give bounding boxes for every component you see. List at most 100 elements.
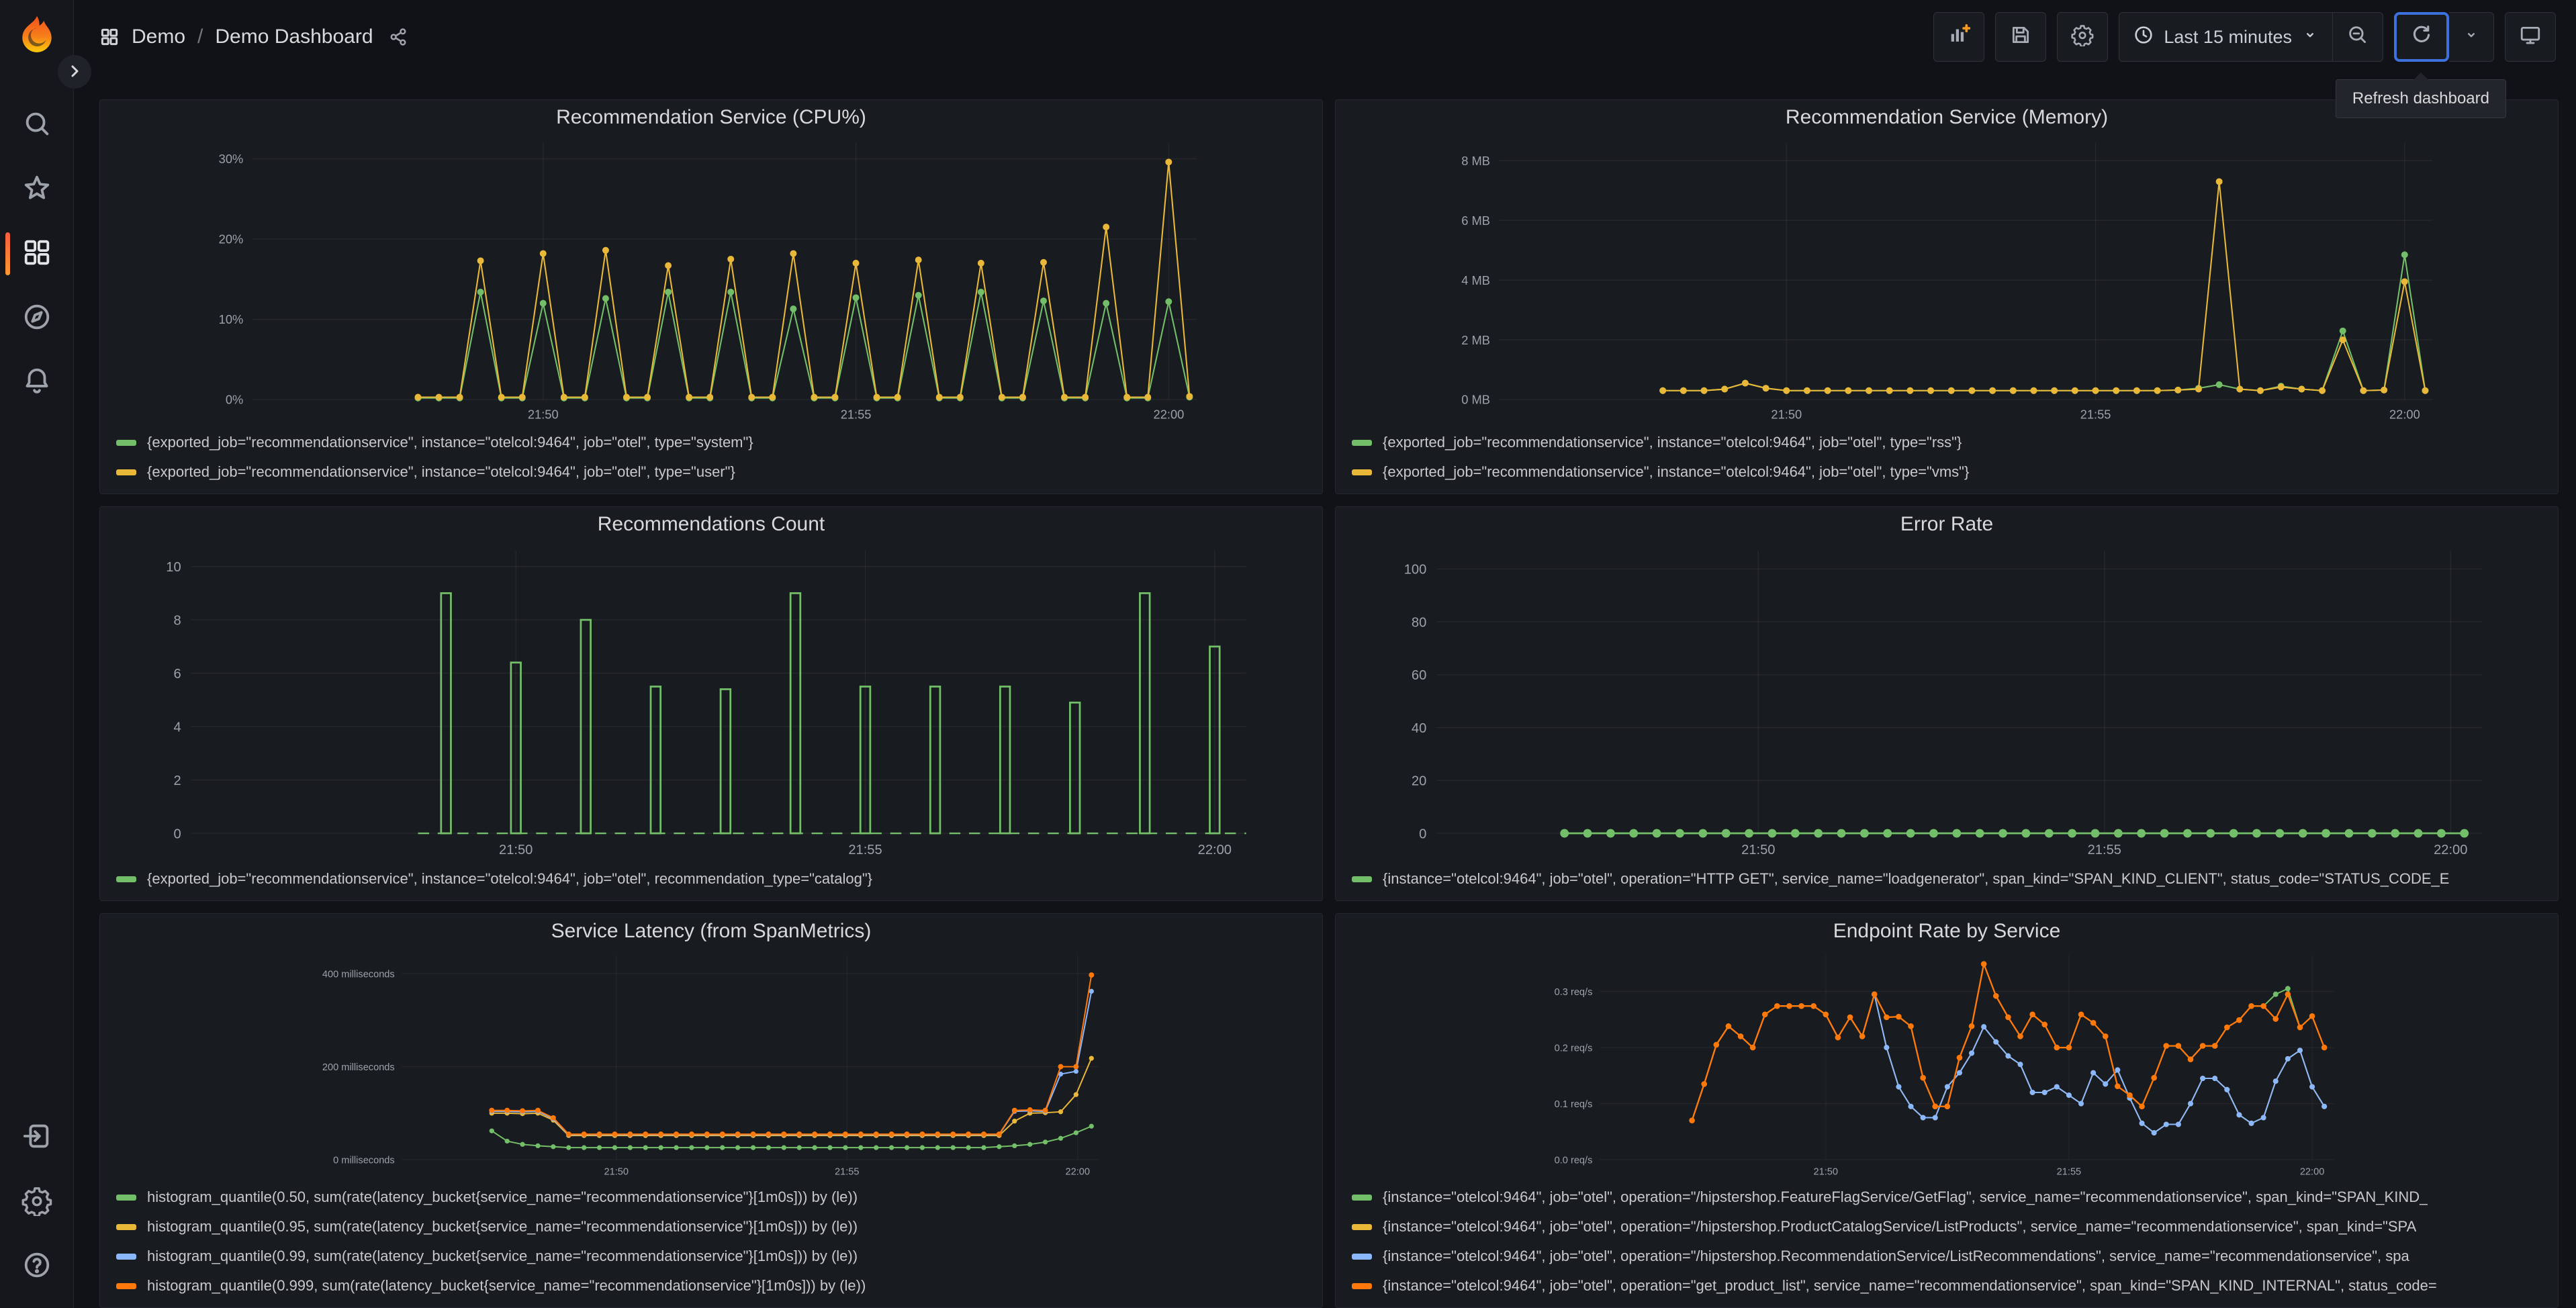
panel-title: Recommendation Service (CPU%) [556, 106, 866, 128]
legend-item[interactable]: histogram_quantile(0.50, sum(rate(latenc… [116, 1182, 1306, 1212]
series-color-swatch [1352, 469, 1372, 475]
svg-text:21:50: 21:50 [1741, 843, 1775, 857]
svg-text:60: 60 [1412, 668, 1426, 683]
series-label: {instance="otelcol:9464", job="otel", op… [1383, 1188, 2428, 1205]
sidebar-item-search[interactable] [0, 93, 73, 157]
svg-text:0 MB: 0 MB [1461, 393, 1490, 407]
search-icon [21, 108, 52, 142]
svg-text:0 milliseconds: 0 milliseconds [333, 1155, 395, 1166]
series-label: {instance="otelcol:9464", job="otel", op… [1383, 1248, 2409, 1264]
refresh-interval-caret[interactable] [2449, 12, 2494, 62]
svg-text:400 milliseconds: 400 milliseconds [322, 969, 395, 980]
chart-canvas[interactable]: 0 20 40 60 80 100 21:50 21:55 22:00 [1336, 542, 2558, 863]
panel-header[interactable]: Endpoint Rate by Service [1336, 914, 2558, 949]
panel-header[interactable]: Recommendation Service (CPU%) [100, 100, 1322, 135]
panel-recommendations-count: Recommendations Count 0 2 4 6 8 10 21:50 21:55 2… [99, 506, 1323, 901]
panel-title: Endpoint Rate by Service [1833, 920, 2061, 942]
expand-sidebar-button[interactable] [58, 55, 91, 89]
sidebar-item-starred[interactable] [0, 157, 73, 222]
sidebar-item-configuration[interactable] [0, 1170, 73, 1234]
legend: {exported_job="recommendationservice", i… [100, 863, 1322, 900]
alerting-bell-icon [21, 366, 52, 400]
svg-text:21:50: 21:50 [528, 407, 559, 421]
series-label: {exported_job="recommendationservice", i… [147, 870, 873, 887]
svg-text:0: 0 [173, 827, 181, 841]
sidebar-item-explore[interactable] [0, 286, 73, 351]
top-navigation-bar: Demo / Demo Dashboard Last 15 minutes Re… [74, 0, 2576, 118]
chart-canvas[interactable]: 0 2 4 6 8 10 21:50 21:55 22:00 [100, 542, 1322, 863]
time-range-picker[interactable]: Last 15 minutes [2119, 12, 2333, 62]
svg-text:22:00: 22:00 [2389, 407, 2420, 421]
panel-title: Recommendation Service (Memory) [1785, 106, 2109, 128]
svg-text:21:55: 21:55 [848, 843, 882, 857]
legend-item[interactable]: histogram_quantile(0.99, sum(rate(latenc… [116, 1242, 1306, 1271]
add-panel-button[interactable] [1933, 12, 1985, 62]
svg-text:10: 10 [166, 560, 181, 575]
sidebar-item-help[interactable] [0, 1234, 73, 1299]
chart-canvas[interactable]: 0.0 req/s 0.1 req/s 0.2 req/s 0.3 req/s 21:5… [1336, 949, 2558, 1181]
legend-item[interactable]: {instance="otelcol:9464", job="otel", op… [1352, 1182, 2542, 1212]
svg-text:21:50: 21:50 [1814, 1167, 1838, 1178]
monitor-icon [2519, 24, 2542, 51]
panel-header[interactable]: Recommendations Count [100, 507, 1322, 542]
svg-text:0.0 req/s: 0.0 req/s [1555, 1155, 1593, 1166]
refresh-controls [2394, 12, 2494, 62]
svg-text:0.2 req/s: 0.2 req/s [1555, 1043, 1593, 1054]
panel-title: Error Rate [1900, 513, 1994, 535]
legend-item[interactable]: {instance="otelcol:9464", job="otel", op… [1352, 1271, 2542, 1301]
series-color-swatch [116, 1282, 136, 1289]
chevron-right-icon [66, 63, 83, 81]
dashboard-settings-button[interactable] [2057, 12, 2109, 62]
legend-item[interactable]: {exported_job="recommendationservice", i… [1352, 428, 2542, 457]
series-label: {instance="otelcol:9464", job="otel", op… [1383, 870, 2450, 887]
sidebar-item-dashboards[interactable] [0, 222, 73, 286]
zoom-out-button[interactable] [2333, 12, 2383, 62]
time-range-label: Last 15 minutes [2164, 26, 2292, 47]
sidebar-item-alerting[interactable] [0, 351, 73, 415]
breadcrumb-section[interactable]: Demo [132, 26, 185, 48]
sidebar-item-sign-in[interactable] [0, 1105, 73, 1170]
legend-item[interactable]: {exported_job="recommendationservice", i… [116, 864, 1306, 894]
refresh-dashboard-tooltip: Refresh dashboard [2335, 79, 2506, 118]
svg-text:2: 2 [173, 774, 181, 788]
series-color-swatch [1352, 1253, 1372, 1260]
legend-item[interactable]: {exported_job="recommendationservice", i… [1352, 457, 2542, 487]
legend-item[interactable]: {exported_job="recommendationservice", i… [116, 457, 1306, 487]
series-label: histogram_quantile(0.999, sum(rate(laten… [147, 1277, 866, 1294]
breadcrumb: Demo / Demo Dashboard [99, 26, 408, 48]
settings-gear-icon [2071, 24, 2094, 51]
svg-text:4: 4 [173, 720, 181, 735]
refresh-button[interactable] [2394, 12, 2449, 62]
cycle-view-mode-button[interactable] [2505, 12, 2556, 62]
legend-item[interactable]: {instance="otelcol:9464", job="otel", op… [1352, 1242, 2542, 1271]
dashboard-grid: Recommendation Service (CPU%) 0% 10% 20% 30… [74, 74, 2576, 1308]
chart-canvas[interactable]: 0 milliseconds 200 milliseconds 400 millis… [100, 949, 1322, 1181]
svg-text:0.1 req/s: 0.1 req/s [1555, 1099, 1593, 1110]
series-label: {instance="otelcol:9464", job="otel", op… [1383, 1218, 2417, 1235]
chart-canvas[interactable]: 0 MB 2 MB 4 MB 6 MB 8 MB 21:50 21:55 22:00 [1336, 135, 2558, 426]
legend-item[interactable]: {exported_job="recommendationservice", i… [116, 428, 1306, 457]
series-color-swatch [1352, 876, 1372, 882]
legend-item[interactable]: {instance="otelcol:9464", job="otel", op… [1352, 864, 2542, 894]
series-label: {exported_job="recommendationservice", i… [1383, 463, 1970, 480]
legend-item[interactable]: {instance="otelcol:9464", job="otel", op… [1352, 1212, 2542, 1242]
panel-header[interactable]: Error Rate [1336, 507, 2558, 542]
panel-recommendation-memory: Recommendation Service (Memory) 0 MB 2 MB… [1335, 99, 2559, 494]
svg-text:0%: 0% [226, 393, 243, 407]
legend: {instance="otelcol:9464", job="otel", op… [1336, 863, 2558, 900]
chart-canvas[interactable]: 0% 10% 20% 30% 21:50 21:55 22:00 [100, 135, 1322, 426]
add-panel-icon [1947, 24, 1971, 51]
svg-text:200 milliseconds: 200 milliseconds [322, 1062, 395, 1073]
svg-text:20%: 20% [219, 232, 244, 246]
legend: histogram_quantile(0.50, sum(rate(latenc… [100, 1181, 1322, 1307]
svg-text:8: 8 [173, 613, 181, 628]
dashboards-grid-icon [21, 237, 52, 271]
save-dashboard-button[interactable] [1995, 12, 2047, 62]
grafana-logo[interactable] [15, 11, 59, 58]
legend-item[interactable]: histogram_quantile(0.95, sum(rate(latenc… [116, 1212, 1306, 1242]
share-dashboard-icon[interactable] [388, 27, 408, 47]
panel-header[interactable]: Service Latency (from SpanMetrics) [100, 914, 1322, 949]
svg-text:0: 0 [1419, 827, 1426, 841]
legend-item[interactable]: histogram_quantile(0.999, sum(rate(laten… [116, 1271, 1306, 1301]
series-label: histogram_quantile(0.99, sum(rate(latenc… [147, 1248, 858, 1264]
